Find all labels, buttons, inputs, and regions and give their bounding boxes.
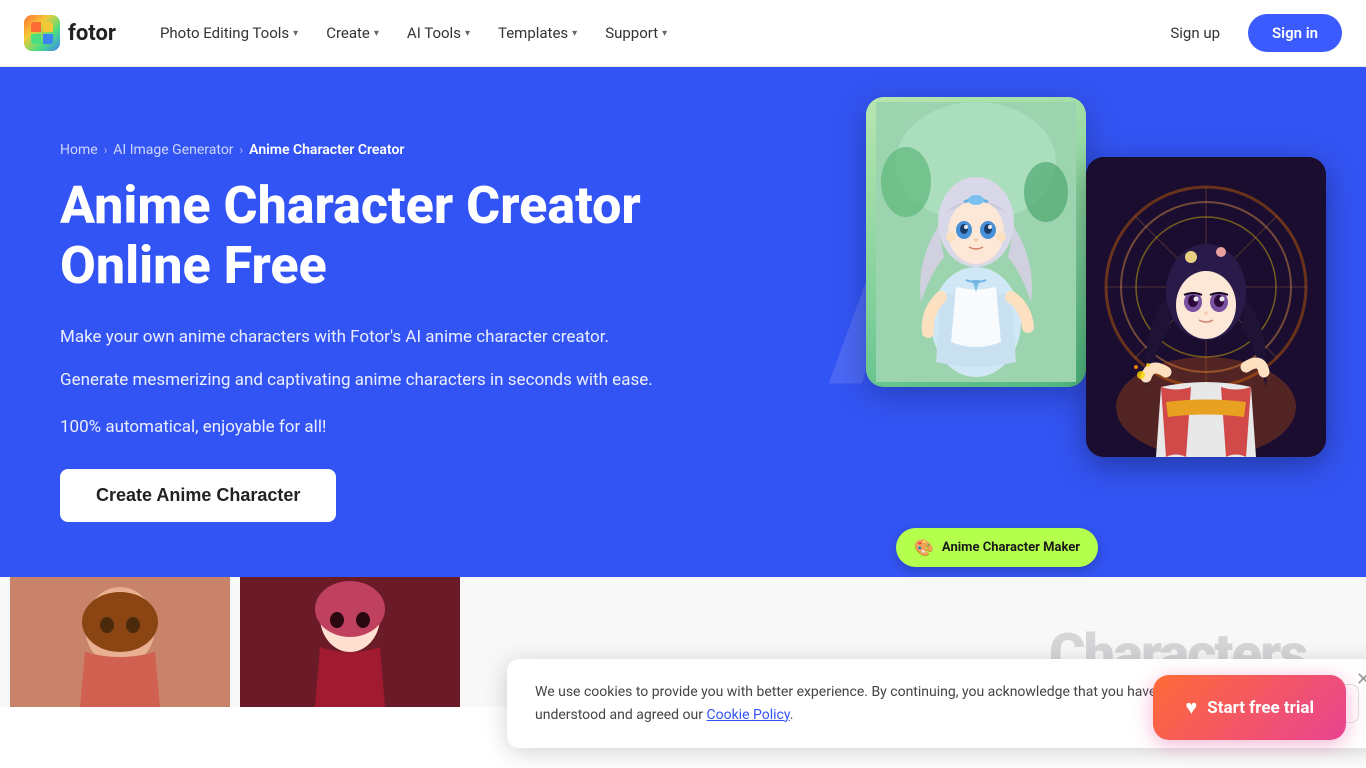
trial-button-label: Start free trial xyxy=(1207,698,1314,718)
logo-text: fotor xyxy=(68,21,116,46)
cookie-text: We use cookies to provide you with bette… xyxy=(535,681,1235,726)
nav-label-ai-tools: AI Tools xyxy=(407,24,461,42)
nav-label-support: Support xyxy=(605,24,658,42)
anime-card-1 xyxy=(866,97,1086,387)
start-free-trial-button[interactable]: ♥ Start free trial xyxy=(1153,675,1346,740)
badge-icon: 🎨 xyxy=(914,538,934,557)
chevron-down-icon: ▾ xyxy=(465,28,470,39)
hero-content: Home › AI Image Generator › Anime Charac… xyxy=(60,122,653,522)
chevron-down-icon: ▾ xyxy=(572,28,577,39)
nav-item-support[interactable]: Support ▾ xyxy=(593,16,679,50)
character-thumbnail-1 xyxy=(10,577,230,707)
hero-section: Home › AI Image Generator › Anime Charac… xyxy=(0,67,1366,577)
chevron-down-icon: ▾ xyxy=(293,28,298,39)
cookie-close-button[interactable]: ✕ xyxy=(1356,671,1366,689)
hero-title-line2: Online Free xyxy=(60,235,327,296)
hero-desc-2: Generate mesmerizing and captivating ani… xyxy=(60,367,653,394)
hero-desc-1: Make your own anime characters with Foto… xyxy=(60,324,653,351)
hero-title: Anime Character Creator Online Free xyxy=(60,176,653,296)
breadcrumb-current: Anime Character Creator xyxy=(249,142,404,158)
anime-char-1-illustration xyxy=(876,102,1076,382)
create-anime-character-button[interactable]: Create Anime Character xyxy=(60,469,336,522)
breadcrumb-ai-image-generator[interactable]: AI Image Generator xyxy=(113,142,233,158)
signin-button[interactable]: Sign in xyxy=(1248,14,1342,52)
navbar: fotor Photo Editing Tools ▾ Create ▾ AI … xyxy=(0,0,1366,67)
heart-icon: ♥ xyxy=(1185,695,1197,720)
signup-button[interactable]: Sign up xyxy=(1154,16,1236,50)
chevron-down-icon: ▾ xyxy=(374,28,379,39)
nav-label-templates: Templates xyxy=(498,24,568,42)
breadcrumb-home[interactable]: Home xyxy=(60,142,98,158)
anime-char-2-illustration xyxy=(1086,157,1326,457)
chevron-down-icon: ▾ xyxy=(662,28,667,39)
hero-images: 🎨 Anime Character Maker xyxy=(866,97,1326,557)
thumbnail-row xyxy=(0,577,460,707)
anime-card-2 xyxy=(1086,157,1326,457)
breadcrumb-sep-2: › xyxy=(240,143,244,157)
logo[interactable]: fotor xyxy=(24,15,116,51)
anime-character-maker-badge[interactable]: 🎨 Anime Character Maker xyxy=(896,528,1098,567)
cookie-policy-link[interactable]: Cookie Policy xyxy=(706,707,789,723)
character-thumbnail-2 xyxy=(240,577,460,707)
hero-desc-3: 100% automatical, enjoyable for all! xyxy=(60,414,653,441)
logo-icon xyxy=(24,15,60,51)
nav-label-create: Create xyxy=(326,24,370,42)
badge-label: Anime Character Maker xyxy=(942,540,1080,555)
breadcrumb: Home › AI Image Generator › Anime Charac… xyxy=(60,142,653,158)
nav-item-create[interactable]: Create ▾ xyxy=(314,16,391,50)
nav-item-photo-editing[interactable]: Photo Editing Tools ▾ xyxy=(148,16,310,50)
nav-item-ai-tools[interactable]: AI Tools ▾ xyxy=(395,16,482,50)
cookie-text-content: We use cookies to provide you with bette… xyxy=(535,684,1190,722)
hero-title-line1: Anime Character Creator xyxy=(60,175,641,236)
nav-item-templates[interactable]: Templates ▾ xyxy=(486,16,589,50)
nav-label-photo-editing: Photo Editing Tools xyxy=(160,24,289,42)
nav-links: Photo Editing Tools ▾ Create ▾ AI Tools … xyxy=(148,16,1154,50)
nav-auth: Sign up Sign in xyxy=(1154,14,1342,52)
breadcrumb-sep-1: › xyxy=(104,143,108,157)
